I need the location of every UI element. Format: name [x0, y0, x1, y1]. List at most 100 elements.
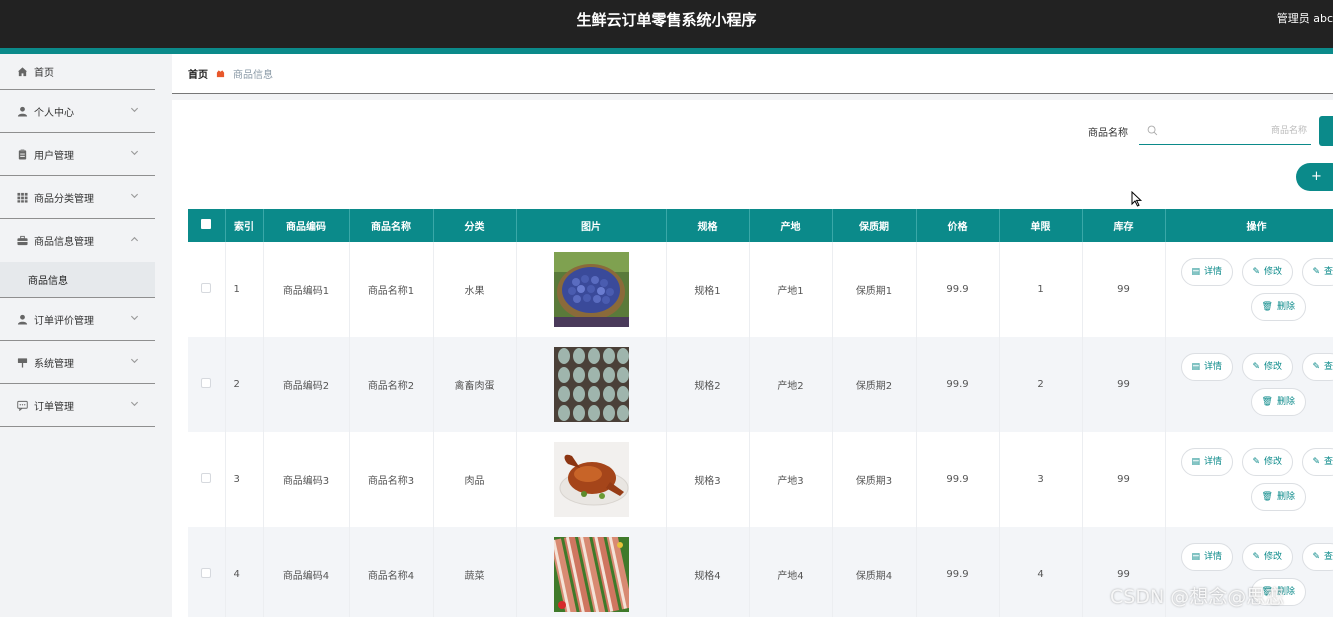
- home-icon: [16, 66, 28, 78]
- detail-button[interactable]: ▤ 详情: [1180, 543, 1234, 571]
- detail-button[interactable]: ▤ 详情: [1180, 258, 1234, 286]
- chevron-up-icon: [130, 235, 139, 247]
- cell-category: 蔬菜: [433, 527, 517, 617]
- column-header: 操作: [1165, 209, 1333, 242]
- cell-limit: 4: [999, 527, 1083, 617]
- sidebar-subitem-label: 商品信息: [28, 276, 68, 287]
- pencil-icon: ✎: [1252, 267, 1261, 277]
- sidebar-item-personal-center[interactable]: 个人中心: [0, 90, 155, 133]
- breadcrumb-home[interactable]: 首页: [188, 66, 208, 81]
- mouse-cursor-icon: [1131, 191, 1143, 207]
- cell-name: 商品名称3: [349, 432, 434, 527]
- column-header: 商品名称: [349, 209, 434, 242]
- add-button[interactable]: +: [1296, 163, 1333, 191]
- sidebar-item-label: 商品分类管理: [34, 193, 94, 205]
- sidebar-item-label: 用户管理: [34, 150, 74, 162]
- edit-button[interactable]: ✎ 修改: [1241, 258, 1294, 286]
- row-checkbox[interactable]: [201, 378, 212, 388]
- product-image-eggs: [553, 347, 629, 422]
- sidebar-subitem-product-info[interactable]: 商品信息: [0, 262, 155, 298]
- cell-index: 2: [225, 337, 264, 432]
- cell-origin: 产地2: [749, 337, 833, 432]
- breadcrumb-separator-icon: [216, 69, 225, 78]
- pencil-icon: ✎: [1312, 457, 1321, 467]
- search-input[interactable]: [1165, 121, 1307, 141]
- delete-button[interactable]: 🗑 删除: [1250, 388, 1306, 416]
- cell-name: 商品名称2: [349, 337, 434, 432]
- cell-stock: 99: [1082, 337, 1166, 432]
- sign-icon: [16, 356, 28, 368]
- trash-icon: 🗑: [1261, 492, 1273, 502]
- cell-origin: 产地3: [749, 432, 833, 527]
- app-title: 生鲜云订单零售系统小程序: [576, 11, 757, 29]
- cell-origin: 产地1: [749, 242, 833, 337]
- cell-price: 99.9: [916, 242, 1000, 337]
- select-all-cell[interactable]: [188, 209, 226, 242]
- pencil-icon: ✎: [1312, 552, 1321, 562]
- detail-button[interactable]: ▤ 详情: [1180, 448, 1234, 476]
- sidebar-item-product-management[interactable]: 商品信息管理: [0, 219, 155, 262]
- sidebar-item-label: 首页: [34, 68, 54, 79]
- query-button[interactable]: ✎ 查: [1301, 543, 1333, 571]
- sidebar-item-category-management[interactable]: 商品分类管理: [0, 176, 155, 219]
- sidebar-item-order-review-management[interactable]: 订单评价管理: [0, 298, 155, 341]
- row-checkbox[interactable]: [201, 473, 212, 483]
- column-header: 分类: [433, 209, 517, 242]
- product-image-blueberries: [553, 252, 629, 327]
- clipboard-icon: [16, 148, 28, 160]
- sidebar-item-order-management[interactable]: 订单管理: [0, 384, 155, 427]
- chevron-down-icon: [130, 356, 139, 368]
- delete-button[interactable]: 🗑 删除: [1250, 293, 1306, 321]
- edit-button[interactable]: ✎ 修改: [1241, 448, 1294, 476]
- cell-shelf-life: 保质期2: [832, 337, 917, 432]
- cell-spec: 规格2: [666, 337, 750, 432]
- sidebar-item-home[interactable]: 首页: [0, 54, 155, 90]
- query-button[interactable]: ✎ 查: [1301, 353, 1333, 381]
- user-info[interactable]: 管理员 abc: [1277, 0, 1333, 40]
- column-header: 索引: [225, 209, 264, 242]
- query-button[interactable]: ✎ 查: [1301, 448, 1333, 476]
- trash-icon: 🗑: [1261, 302, 1273, 312]
- detail-button[interactable]: ▤ 详情: [1180, 353, 1234, 381]
- sidebar-item-label: 商品信息管理: [34, 237, 94, 248]
- pencil-icon: ✎: [1252, 457, 1261, 467]
- sidebar-item-user-management[interactable]: 用户管理: [0, 133, 155, 176]
- cell-index: 1: [225, 242, 264, 337]
- delete-button[interactable]: 🗑 删除: [1250, 483, 1306, 511]
- breadcrumb-current: 商品信息: [233, 70, 273, 81]
- search-button[interactable]: [1319, 116, 1333, 146]
- pencil-icon: ✎: [1252, 362, 1261, 372]
- edit-button[interactable]: ✎ 修改: [1241, 543, 1294, 571]
- chevron-down-icon: [130, 148, 139, 160]
- watermark: CSDN @想念@思恋: [1110, 586, 1285, 608]
- column-header: 产地: [749, 209, 833, 242]
- sidebar-item-system-management[interactable]: 系统管理: [0, 341, 155, 384]
- chat-icon: [16, 399, 28, 411]
- product-table: 索引 商品编码 商品名称 分类 图片 规格 产地 保质期 价格 单限 库存 操作…: [188, 209, 1333, 617]
- breadcrumb: 首页 商品信息: [172, 54, 1333, 94]
- document-icon: ▤: [1191, 552, 1201, 562]
- cell-spec: 规格4: [666, 527, 750, 617]
- sidebar-item-label: 订单评价管理: [34, 315, 94, 327]
- cell-index: 3: [225, 432, 264, 527]
- top-bar: 生鲜云订单零售系统小程序 管理员 abc: [0, 0, 1333, 48]
- cell-price: 99.9: [916, 432, 1000, 527]
- document-icon: ▤: [1191, 267, 1201, 277]
- grid-icon: [16, 191, 28, 203]
- column-header: 保质期: [832, 209, 917, 242]
- person-icon: [16, 313, 28, 325]
- pencil-icon: ✎: [1312, 267, 1321, 277]
- sidebar-item-label: 订单管理: [34, 401, 74, 413]
- cell-code: 商品编码4: [263, 527, 350, 617]
- edit-button[interactable]: ✎ 修改: [1241, 353, 1294, 381]
- cell-price: 99.9: [916, 337, 1000, 432]
- row-checkbox[interactable]: [201, 283, 212, 293]
- select-all-checkbox[interactable]: [201, 219, 212, 229]
- cell-index: 4: [225, 527, 264, 617]
- cell-category: 禽畜肉蛋: [433, 337, 517, 432]
- row-checkbox[interactable]: [201, 568, 212, 578]
- cell-origin: 产地4: [749, 527, 833, 617]
- cell-spec: 规格3: [666, 432, 750, 527]
- column-header: 规格: [666, 209, 750, 242]
- query-button[interactable]: ✎ 查: [1301, 258, 1333, 286]
